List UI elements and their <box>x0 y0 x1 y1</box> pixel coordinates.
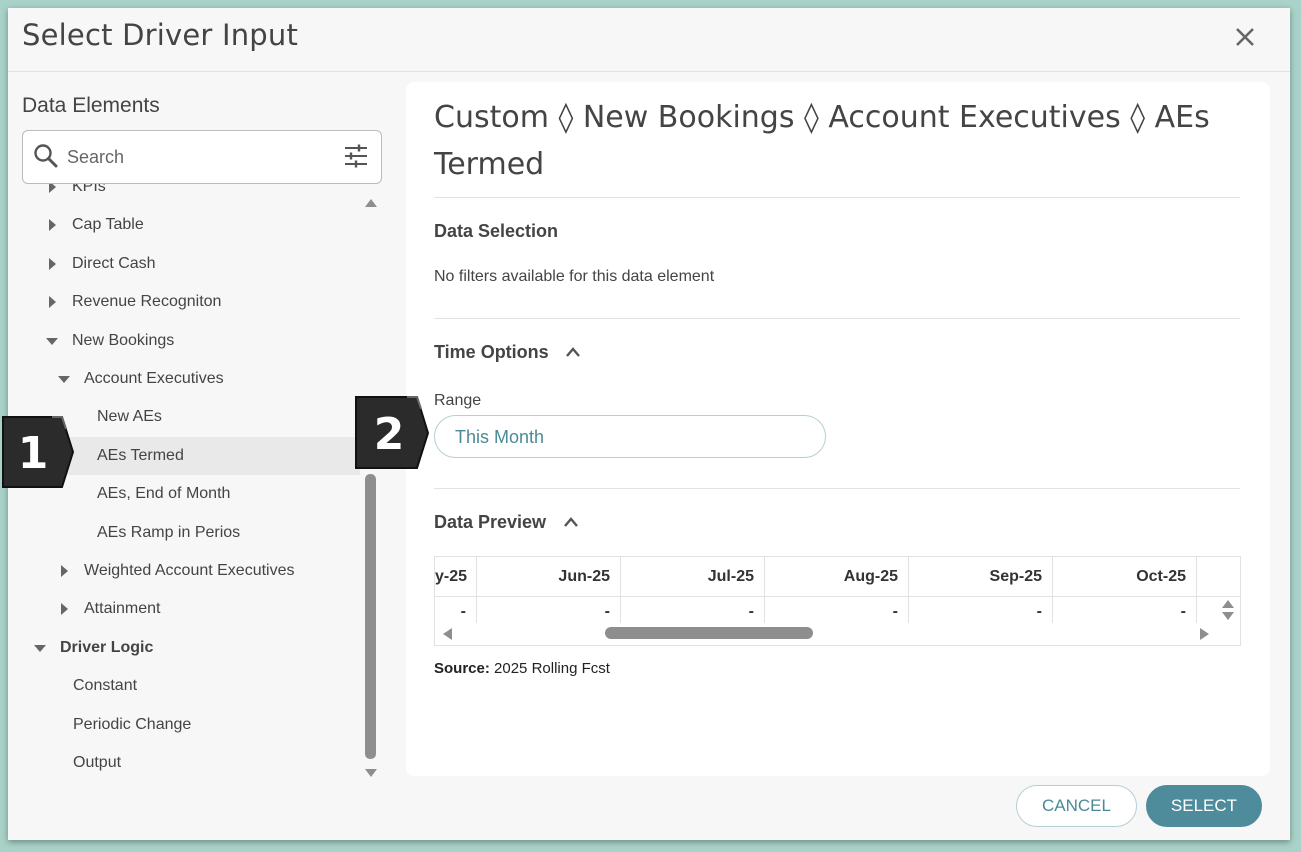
grid-column-header: Oct-25 <box>1053 557 1197 596</box>
caret-down-icon[interactable] <box>46 322 58 360</box>
tree-item-label: New AEs <box>97 408 162 426</box>
search-input[interactable] <box>67 139 327 175</box>
scroll-right-arrow-icon[interactable] <box>1199 627 1211 641</box>
caret-right-icon[interactable] <box>46 184 58 206</box>
dialog-header: Select Driver Input <box>8 8 1290 72</box>
tree-item-label: Attainment <box>84 600 161 618</box>
no-filters-text: No filters available for this data eleme… <box>434 268 715 285</box>
grid-column-header <box>1197 557 1240 596</box>
grid-cell: - <box>1053 597 1197 623</box>
grid-data-row: ------ <box>435 597 1240 623</box>
tree-item[interactable]: Output <box>8 744 360 780</box>
grid-cell: - <box>477 597 621 623</box>
tree-item-label: Cap Table <box>72 216 144 234</box>
close-icon <box>1236 28 1254 46</box>
tree-item-label: AEs, End of Month <box>97 485 231 503</box>
grid-column-header: Sep-25 <box>909 557 1053 596</box>
search-icon <box>34 144 58 168</box>
caret-right-icon[interactable] <box>46 245 58 283</box>
tree-item[interactable]: KPIs <box>8 184 360 206</box>
tree-item-label: Account Executives <box>84 370 224 387</box>
close-button[interactable] <box>1230 22 1260 52</box>
chevron-up-icon[interactable] <box>563 516 579 528</box>
tree-item[interactable]: Constant <box>8 667 360 705</box>
select-button[interactable]: SELECT <box>1146 785 1262 827</box>
tree-item[interactable]: Attainment <box>8 590 360 628</box>
scroll-down-arrow-icon[interactable] <box>364 768 378 778</box>
tree-item[interactable]: Weighted Account Executives <box>8 552 360 590</box>
tree-item-label: Revenue Recogniton <box>72 293 222 311</box>
tree-scrollbar-thumb[interactable] <box>365 474 376 759</box>
tree-item[interactable]: Account Executives <box>8 360 360 398</box>
tree-item-label: AEs Termed <box>97 446 184 464</box>
grid-column-header: Jul-25 <box>621 557 765 596</box>
range-select[interactable]: This Month <box>434 415 826 458</box>
caret-right-icon[interactable] <box>46 206 58 244</box>
tree-item-label: AEs Ramp in Perios <box>97 523 241 541</box>
divider <box>434 197 1240 198</box>
grid-cell: - <box>621 597 765 623</box>
cancel-button[interactable]: CANCEL <box>1016 785 1137 827</box>
scroll-left-arrow-icon[interactable] <box>441 627 453 641</box>
tree-item[interactable]: Revenue Recogniton <box>8 283 360 321</box>
caret-down-icon[interactable] <box>34 629 46 667</box>
grid-cell: - <box>435 597 477 623</box>
source-line: Source: 2025 Rolling Fcst <box>434 660 610 677</box>
tree-item[interactable]: AEs Ramp in Perios <box>8 514 360 552</box>
source-label: Source: <box>434 660 490 677</box>
grid-column-header: y-25 <box>435 557 477 596</box>
data-selection-heading: Data Selection <box>434 221 559 241</box>
grid-column-header: Jun-25 <box>477 557 621 596</box>
data-preview-heading: Data Preview <box>434 512 547 532</box>
grid-cell: - <box>765 597 909 623</box>
chevron-up-icon[interactable] <box>565 346 581 358</box>
divider <box>434 318 1240 319</box>
caret-right-icon[interactable] <box>46 283 58 321</box>
range-label: Range <box>434 392 482 409</box>
tree-item-label: New Bookings <box>72 331 175 349</box>
divider <box>434 488 1240 489</box>
callout-badge-1: 1 <box>2 416 74 488</box>
tree-item-label: Driver Logic <box>60 638 154 656</box>
grid-column-header: Aug-25 <box>765 557 909 596</box>
scroll-up-arrow-icon[interactable] <box>364 198 378 208</box>
tree-item[interactable]: Direct Cash <box>8 245 360 283</box>
tree-item-label: Periodic Change <box>73 715 192 733</box>
search-box <box>22 130 382 184</box>
data-preview-grid[interactable]: y-25 Jun-25 Jul-25 Aug-25 Sep-25 Oct-25 -----… <box>434 556 1241 646</box>
caret-right-icon[interactable] <box>58 590 70 628</box>
tree-item[interactable]: Cap Table <box>8 206 360 244</box>
grid-cell: - <box>909 597 1053 623</box>
select-driver-input-dialog: Select Driver Input Data Elements KPIs Ca… <box>8 8 1290 840</box>
source-value: 2025 Rolling Fcst <box>494 660 610 677</box>
tree-item[interactable]: New Bookings <box>8 322 360 360</box>
tree-item-label: Weighted Account Executives <box>84 562 295 579</box>
tree-item-label: Output <box>73 754 122 771</box>
tree-item-label: KPIs <box>72 184 106 195</box>
tree-item-label: Constant <box>73 677 138 695</box>
filter-sliders-icon[interactable] <box>343 143 369 169</box>
data-elements-label: Data Elements <box>22 94 160 117</box>
vertical-scroll-arrows-icon[interactable] <box>1221 597 1235 623</box>
details-panel: Custom ◊ New Bookings ◊ Account Executiv… <box>406 82 1270 776</box>
dialog-title: Select Driver Input <box>22 18 299 52</box>
caret-right-icon[interactable] <box>58 552 70 590</box>
tree-item[interactable]: Driver Logic <box>8 629 360 667</box>
grid-header-row: y-25 Jun-25 Jul-25 Aug-25 Sep-25 Oct-25 <box>435 557 1240 597</box>
caret-down-icon[interactable] <box>58 360 70 398</box>
tree-item[interactable]: Periodic Change <box>8 706 360 744</box>
range-value: This Month <box>455 427 545 447</box>
callout-number-2: 2 <box>374 409 405 460</box>
time-options-heading: Time Options <box>434 342 549 362</box>
grid-horizontal-scrollbar-thumb[interactable] <box>605 627 813 639</box>
callout-badge-2: 2 <box>355 396 429 469</box>
callout-number-1: 1 <box>18 428 49 479</box>
tree-item-label: Direct Cash <box>72 254 156 272</box>
breadcrumb: Custom ◊ New Bookings ◊ Account Executiv… <box>434 100 1210 182</box>
